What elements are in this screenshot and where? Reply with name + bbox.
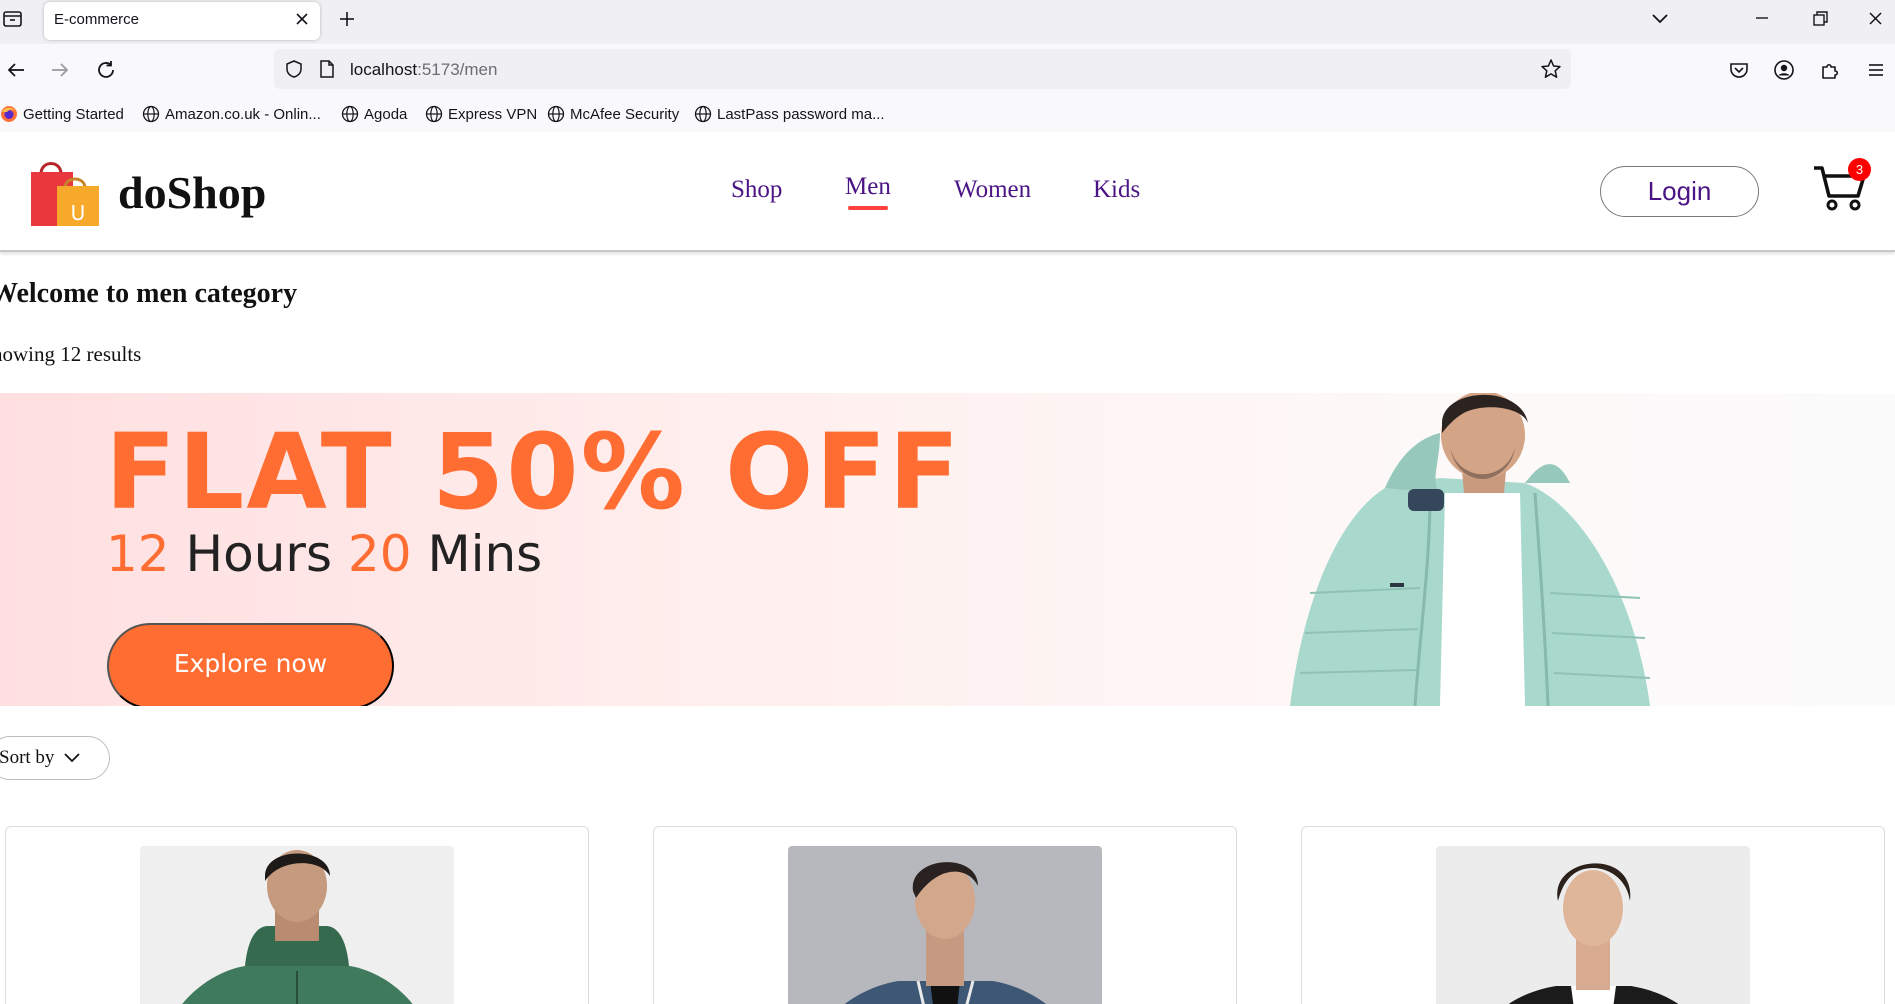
results-count: howing 12 results bbox=[0, 342, 142, 366]
bookmark-mcafee[interactable]: McAfee Security bbox=[547, 103, 679, 125]
browser-tab-bar: E-commerce bbox=[0, 0, 1895, 44]
globe-icon bbox=[694, 105, 712, 123]
globe-icon bbox=[425, 105, 443, 123]
product-photo bbox=[1508, 863, 1679, 1004]
banner-headline: FLAT 50% OFF bbox=[105, 411, 962, 533]
bookmark-label: Getting Started bbox=[23, 105, 124, 123]
banner-timer: 12 Hours 20 Mins bbox=[106, 525, 542, 583]
forward-icon[interactable] bbox=[48, 58, 72, 82]
new-tab-icon[interactable] bbox=[336, 8, 358, 30]
browser-nav-bar: localhost:5173/men bbox=[0, 44, 1895, 96]
bookmark-label: Agoda bbox=[364, 105, 408, 123]
timer-mins-label: Mins bbox=[427, 525, 543, 583]
timer-mins: 20 bbox=[347, 525, 412, 583]
bookmark-label: Express VPN bbox=[448, 105, 538, 123]
sort-label: Sort by bbox=[0, 747, 55, 768]
promo-banner: FLAT 50% OFF 12 Hours 20 Mins Explore no… bbox=[0, 393, 1895, 706]
minimize-icon[interactable] bbox=[1747, 6, 1777, 32]
product-card[interactable] bbox=[653, 826, 1237, 1004]
bookmark-star-icon[interactable] bbox=[1540, 58, 1562, 80]
bookmark-agoda[interactable]: Agoda bbox=[341, 103, 407, 125]
timer-hours-label: Hours bbox=[185, 525, 333, 583]
sort-by-dropdown[interactable]: Sort by bbox=[0, 736, 110, 780]
firefox-icon bbox=[1, 106, 17, 122]
bookmark-amazon[interactable]: Amazon.co.uk - Onlin... bbox=[142, 103, 321, 125]
extensions-icon[interactable] bbox=[1818, 58, 1842, 82]
restore-icon[interactable] bbox=[1805, 6, 1835, 32]
back-icon[interactable] bbox=[4, 58, 28, 82]
bookmark-label: LastPass password ma... bbox=[717, 105, 885, 123]
chevron-down-icon bbox=[64, 753, 81, 763]
bookmark-label: McAfee Security bbox=[570, 105, 680, 123]
url-path: :5173/men bbox=[417, 60, 498, 79]
nav-women[interactable]: Women bbox=[954, 176, 1031, 204]
svg-text:U: U bbox=[71, 201, 86, 225]
product-card[interactable] bbox=[5, 826, 589, 1004]
browser-tab[interactable]: E-commerce bbox=[44, 2, 320, 40]
globe-icon bbox=[341, 105, 359, 123]
bookmark-lastpass[interactable]: LastPass password ma... bbox=[694, 103, 885, 125]
url-text[interactable]: localhost:5173/men bbox=[350, 60, 497, 80]
shopping-bag-logo-icon[interactable]: U bbox=[27, 154, 103, 228]
nav-shop[interactable]: Shop bbox=[731, 176, 782, 204]
account-icon[interactable] bbox=[1772, 58, 1796, 82]
bookmarks-bar: Getting Started Amazon.co.uk - Onlin... … bbox=[0, 96, 1895, 132]
menu-icon[interactable] bbox=[1864, 58, 1888, 82]
list-all-tabs-icon[interactable] bbox=[1645, 6, 1675, 32]
globe-icon bbox=[547, 105, 565, 123]
tab-title: E-commerce bbox=[54, 11, 140, 28]
nav-kids[interactable]: Kids bbox=[1093, 176, 1140, 204]
page-title: Welcome to men category bbox=[0, 278, 298, 309]
pocket-icon[interactable] bbox=[1727, 58, 1751, 82]
banner-model-image bbox=[1290, 393, 1651, 706]
product-card[interactable] bbox=[1301, 826, 1885, 1004]
product-image[interactable] bbox=[1436, 846, 1750, 1004]
cart-count-badge: 3 bbox=[1848, 158, 1871, 181]
close-tab-icon[interactable] bbox=[294, 11, 310, 27]
bookmark-getting-started[interactable]: Getting Started bbox=[0, 103, 124, 125]
close-window-icon[interactable] bbox=[1861, 6, 1891, 32]
timer-hours: 12 bbox=[106, 525, 170, 583]
url-bar[interactable]: localhost:5173/men bbox=[274, 49, 1571, 89]
product-image[interactable] bbox=[788, 846, 1102, 1004]
brand-name[interactable]: doShop bbox=[118, 166, 266, 219]
bookmark-express-vpn[interactable]: Express VPN bbox=[425, 103, 537, 125]
reload-icon[interactable] bbox=[94, 58, 118, 82]
site-header: U doShop Shop Men Women Kids Login 3 bbox=[0, 132, 1895, 252]
nav-men[interactable]: Men bbox=[845, 173, 891, 201]
product-photo bbox=[182, 850, 413, 1004]
explore-now-button[interactable]: Explore now bbox=[107, 623, 394, 706]
bookmark-label: Amazon.co.uk - Onlin... bbox=[165, 105, 321, 123]
page-icon[interactable] bbox=[318, 59, 336, 79]
tab-list-icon[interactable] bbox=[2, 9, 24, 29]
active-nav-underline bbox=[848, 206, 888, 210]
url-host: localhost bbox=[350, 60, 418, 79]
globe-icon bbox=[142, 105, 160, 123]
product-photo bbox=[844, 862, 1047, 1004]
product-image[interactable] bbox=[140, 846, 454, 1004]
shield-icon[interactable] bbox=[284, 59, 304, 79]
login-button[interactable]: Login bbox=[1600, 166, 1759, 217]
